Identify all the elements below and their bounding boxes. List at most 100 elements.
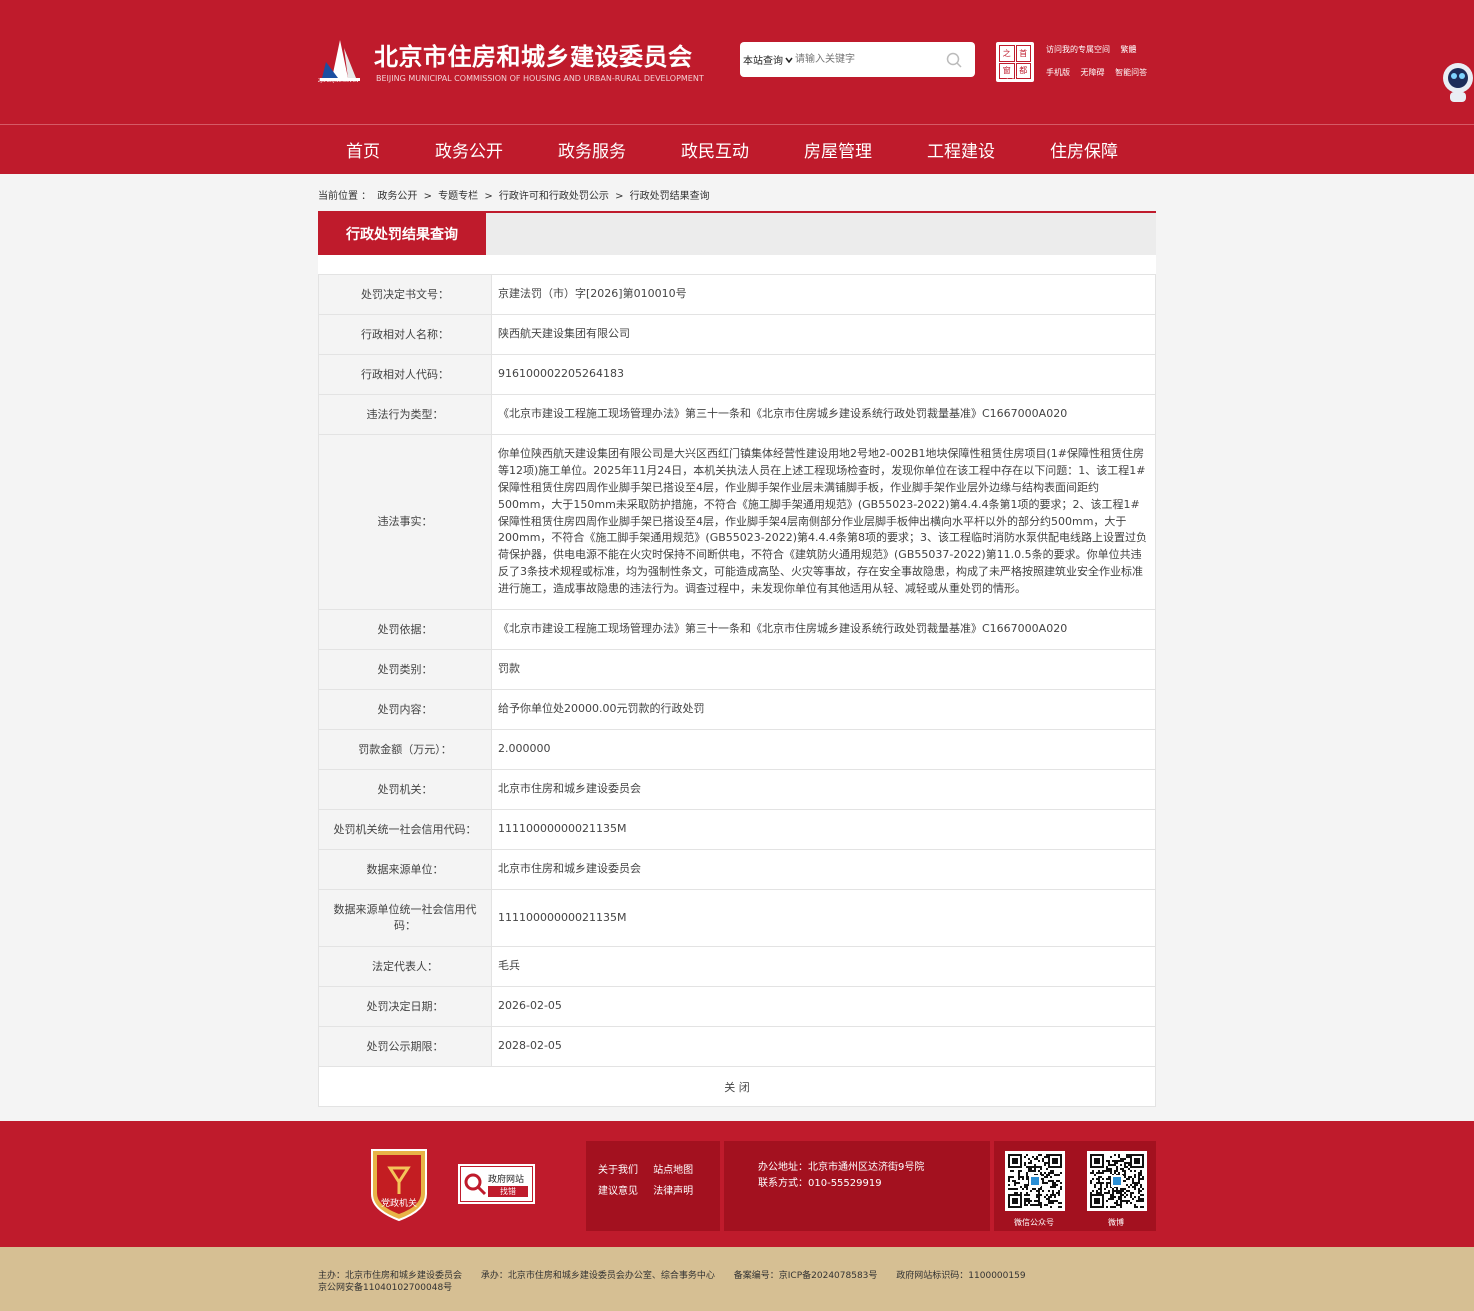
breadcrumb-separator: > <box>423 191 432 202</box>
detail-value: 京建法罚（市）字[2026]第010010号 <box>491 274 1156 315</box>
breadcrumb-item[interactable]: 政务公开 <box>377 191 417 202</box>
detail-value: 11110000000021135M <box>491 809 1156 850</box>
detail-label: 行政相对人代码： <box>318 354 492 395</box>
detail-label: 处罚机关： <box>318 769 492 810</box>
site-title[interactable]: 北京市住房和城乡建设委员会 <box>374 37 693 72</box>
panel-tab-title: 行政处罚结果查询 <box>318 213 486 255</box>
nav-item-housing-security[interactable]: 住房保障 <box>1050 137 1118 162</box>
capital-logo-char: 之 <box>999 45 1015 62</box>
icp-info[interactable]: 备案编号：京ICP备2024078583号 <box>734 1271 878 1281</box>
magnifier-icon <box>464 1173 487 1196</box>
capital-logo-char: 首 <box>1015 45 1031 62</box>
close-button[interactable]: 关 闭 <box>318 1067 1156 1107</box>
detail-value: 2028-02-05 <box>491 1026 1156 1067</box>
site-title-en: BEIJING MUNICIPAL COMMISSION OF HOUSING … <box>376 74 704 83</box>
detail-value: 2026-02-05 <box>491 986 1156 1027</box>
qr-code-icon <box>1090 1154 1144 1208</box>
qr-code-icon <box>1008 1154 1062 1208</box>
detail-row: 处罚类别： 罚款 <box>318 649 1156 690</box>
top-links-row1: 访问我的专属空间 繁體 <box>1046 44 1145 55</box>
detail-row: 处罚决定日期： 2026-02-05 <box>318 986 1156 1027</box>
detail-value: 给予你单位处20000.00元罚款的行政处罚 <box>491 689 1156 730</box>
detail-row: 行政相对人名称： 陕西航天建设集团有限公司 <box>318 314 1156 355</box>
search-icon[interactable] <box>945 51 963 69</box>
detail-row: 行政相对人代码： 916100002205264183 <box>318 354 1156 395</box>
detail-row: 法定代表人： 毛兵 <box>318 946 1156 987</box>
footer-contact: 办公地址：北京市通州区达济街9号院 联系方式：010-55529919 <box>758 1160 924 1192</box>
detail-label: 处罚机关统一社会信用代码： <box>318 809 492 850</box>
penalty-detail-table: 处罚决定书文号： 京建法罚（市）字[2026]第010010号 行政相对人名称： 陕西… <box>318 274 1156 1067</box>
detail-value: 11110000000021135M <box>491 889 1156 947</box>
detail-row: 处罚机关统一社会信用代码： 11110000000021135M <box>318 809 1156 850</box>
logo-domain-text: ZJW.BEIJING.GOV.CN <box>318 78 359 83</box>
detail-value: 陕西航天建设集团有限公司 <box>491 314 1156 355</box>
footer-links: 关于我们 站点地图 建议意见 法律声明 <box>598 1160 705 1202</box>
nav-item-housing[interactable]: 房屋管理 <box>804 137 872 162</box>
nav-item-interaction[interactable]: 政民互动 <box>681 137 749 162</box>
top-links-row2: 手机版 无障碍 智能问答 <box>1046 67 1155 78</box>
detail-label: 数据来源单位： <box>318 849 492 890</box>
footer-link-sitemap[interactable]: 站点地图 <box>653 1165 693 1176</box>
detail-label: 罚款金额（万元）： <box>318 729 492 770</box>
detail-label: 处罚决定书文号： <box>318 274 492 315</box>
link-personal-space[interactable]: 访问我的专属空间 <box>1046 45 1110 54</box>
detail-value: 北京市住房和城乡建设委员会 <box>491 849 1156 890</box>
detail-value: 北京市住房和城乡建设委员会 <box>491 769 1156 810</box>
detail-value: 916100002205264183 <box>491 354 1156 395</box>
footer-phone: 联系方式：010-55529919 <box>758 1178 882 1189</box>
detail-label: 处罚内容： <box>318 689 492 730</box>
detail-label: 处罚依据： <box>318 609 492 650</box>
detail-label: 违法事实： <box>318 434 492 610</box>
detail-label: 违法行为类型： <box>318 394 492 435</box>
capital-logo-sub: Beijing · China <box>1000 74 1030 79</box>
detail-row: 处罚公示期限： 2028-02-05 <box>318 1026 1156 1067</box>
detail-row: 违法事实： 你单位陕西航天建设集团有限公司是大兴区西红门镇集体经营性建设用地2号地… <box>318 434 1156 610</box>
main-nav: 首页 政务公开 政务服务 政民互动 房屋管理 工程建设 住房保障 <box>0 124 1474 174</box>
gov-error-title: 政府网站 <box>488 1175 525 1185</box>
detail-label: 处罚类别： <box>318 649 492 690</box>
breadcrumb-separator: > <box>615 191 624 202</box>
site-header: ZJW.BEIJING.GOV.CN 北京市住房和城乡建设委员会 BEIJING… <box>0 0 1474 124</box>
breadcrumb-item[interactable]: 行政处罚结果查询 <box>630 191 710 202</box>
footer-link-suggestions[interactable]: 建议意见 <box>598 1186 638 1197</box>
detail-label: 处罚公示期限： <box>318 1026 492 1067</box>
link-smart-qa[interactable]: 智能问答 <box>1115 68 1147 77</box>
gov-error-sub: 找错 <box>488 1186 528 1197</box>
robot-assistant-icon[interactable] <box>1438 60 1474 104</box>
link-mobile[interactable]: 手机版 <box>1046 68 1070 77</box>
detail-label: 行政相对人名称： <box>318 314 492 355</box>
gov-site-error-button[interactable]: 政府网站 找错 <box>458 1164 535 1204</box>
chevron-down-icon <box>785 57 793 63</box>
search-scope-select[interactable]: 本站查询 <box>740 52 795 67</box>
detail-row: 罚款金额（万元）： 2.000000 <box>318 729 1156 770</box>
nav-item-gov-affairs-open[interactable]: 政务公开 <box>435 137 503 162</box>
nav-item-home[interactable]: 首页 <box>346 137 380 162</box>
search-box: 本站查询 <box>740 42 975 77</box>
detail-value: 《北京市建设工程施工现场管理办法》第三十一条和《北京市住房城乡建设系统行政处罚裁… <box>491 394 1156 435</box>
detail-label: 数据来源单位统一社会信用代码： <box>318 889 492 947</box>
nav-item-gov-services[interactable]: 政务服务 <box>558 137 626 162</box>
detail-row: 处罚依据： 《北京市建设工程施工现场管理办法》第三十一条和《北京市住房城乡建设系统… <box>318 609 1156 650</box>
detail-row: 处罚内容： 给予你单位处20000.00元罚款的行政处罚 <box>318 689 1156 730</box>
operator-info: 承办：北京市住房和城乡建设委员会办公室、综合事务中心 <box>480 1271 715 1281</box>
link-accessibility[interactable]: 无障碍 <box>1081 68 1105 77</box>
detail-row: 违法行为类型： 《北京市建设工程施工现场管理办法》第三十一条和《北京市住房城乡建设… <box>318 394 1156 435</box>
detail-label: 处罚决定日期： <box>318 986 492 1027</box>
detail-value: 你单位陕西航天建设集团有限公司是大兴区西红门镇集体经营性建设用地2号地2-002… <box>491 434 1156 610</box>
nav-item-construction[interactable]: 工程建设 <box>927 137 995 162</box>
footer-link-about[interactable]: 关于我们 <box>598 1165 638 1176</box>
link-traditional-chinese[interactable]: 繁體 <box>1121 45 1137 54</box>
breadcrumb-item[interactable]: 行政许可和行政处罚公示 <box>499 191 609 202</box>
detail-value: 2.000000 <box>491 729 1156 770</box>
weibo-qr-code <box>1087 1151 1147 1211</box>
breadcrumb: 当前位置 ： 政务公开 > 专题专栏 > 行政许可和行政处罚公示 > 行政处罚结… <box>318 187 713 202</box>
breadcrumb-item[interactable]: 专题专栏 <box>438 191 478 202</box>
search-scope-label: 本站查询 <box>743 56 783 67</box>
police-record[interactable]: 京公网安备11040102700048号 <box>318 1280 452 1293</box>
breadcrumb-prefix: 当前位置 ： <box>318 191 372 202</box>
footer-link-legal[interactable]: 法律声明 <box>653 1186 693 1197</box>
weibo-qr-caption: 微博 <box>1108 1218 1124 1227</box>
search-input[interactable] <box>795 44 943 75</box>
party-gov-badge-icon[interactable]: 党政机关 <box>368 1146 430 1222</box>
detail-label: 法定代表人： <box>318 946 492 987</box>
